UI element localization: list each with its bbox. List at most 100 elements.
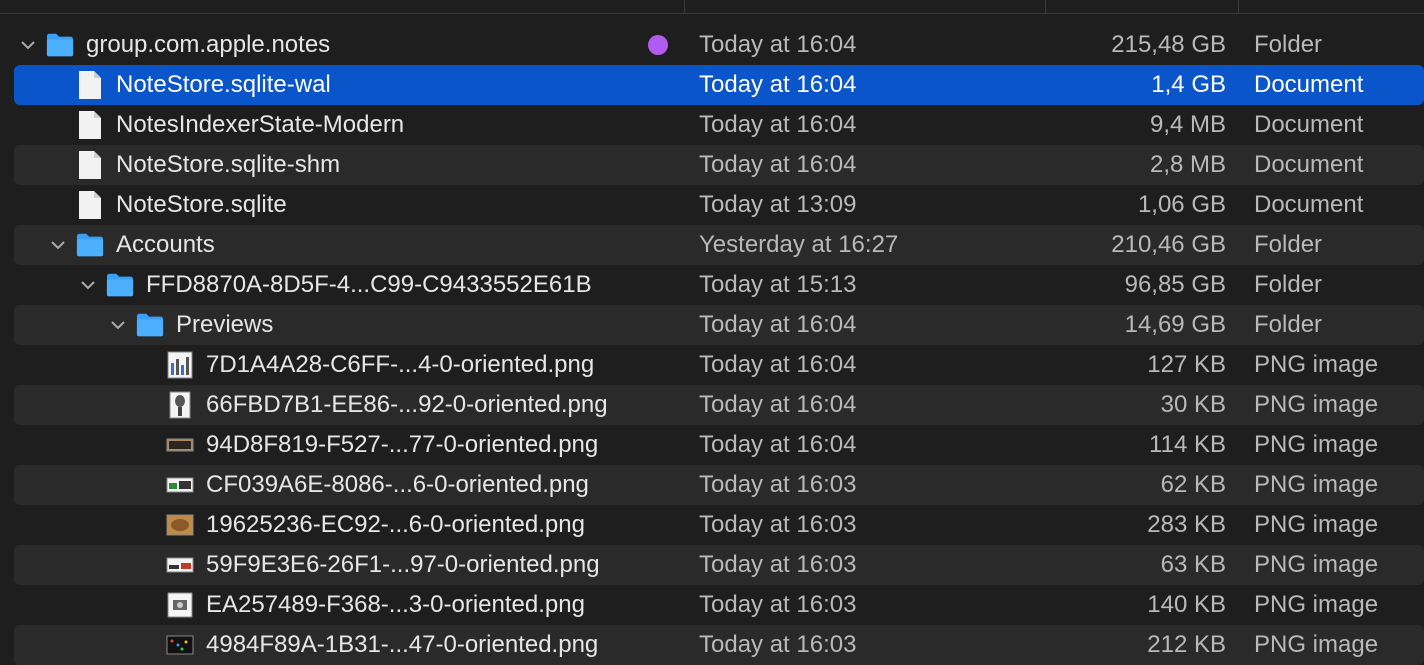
file-name: EA257489-F368-...3-0-oriented.png — [206, 591, 585, 618]
column-header-bar[interactable] — [0, 0, 1424, 14]
file-row-png[interactable]: 94D8F819-F527-...77-0-oriented.png Today… — [14, 425, 1424, 465]
date-modified: Today at 16:03 — [699, 591, 857, 618]
folder-icon — [106, 270, 134, 300]
file-size: 283 KB — [1147, 511, 1226, 538]
document-icon — [76, 70, 104, 100]
document-icon — [76, 150, 104, 180]
file-row-previews[interactable]: Previews Today at 16:04 14,69 GB Folder — [14, 305, 1424, 345]
name-cell: NoteStore.sqlite-wal — [48, 65, 331, 105]
file-row-png[interactable]: CF039A6E-8086-...6-0-oriented.png Today … — [14, 465, 1424, 505]
file-size: 63 KB — [1160, 551, 1226, 578]
file-name: FFD8870A-8D5F-4...C99-C9433552E61B — [146, 271, 592, 298]
file-row-notesindexerstate-modern[interactable]: NotesIndexerState-Modern Today at 16:04 … — [14, 105, 1424, 145]
file-kind: Document — [1254, 151, 1364, 178]
file-kind: Document — [1254, 111, 1364, 138]
file-size: 14,69 GB — [1124, 311, 1226, 338]
image-thumbnail-icon — [166, 350, 194, 380]
date-modified: Today at 16:04 — [699, 71, 857, 98]
name-cell: 59F9E3E6-26F1-...97-0-oriented.png — [138, 545, 600, 585]
name-cell: 7D1A4A28-C6FF-...4-0-oriented.png — [138, 345, 594, 385]
name-cell: CF039A6E-8086-...6-0-oriented.png — [138, 465, 589, 505]
date-modified: Today at 16:04 — [699, 31, 857, 58]
chevron-down-icon[interactable] — [78, 265, 98, 305]
file-kind: Folder — [1254, 271, 1323, 298]
file-kind: PNG image — [1254, 431, 1379, 458]
image-thumbnail-icon — [166, 430, 194, 460]
file-kind: Folder — [1254, 311, 1323, 338]
file-name: NoteStore.sqlite-wal — [116, 71, 331, 98]
file-size: 9,4 MB — [1149, 111, 1226, 138]
file-row-group-com-apple-notes[interactable]: group.com.apple.notes Today at 16:04 215… — [14, 25, 1424, 65]
file-kind: PNG image — [1254, 351, 1379, 378]
file-kind: Folder — [1254, 231, 1323, 258]
file-name: 59F9E3E6-26F1-...97-0-oriented.png — [206, 551, 600, 578]
file-kind: PNG image — [1254, 591, 1379, 618]
column-divider[interactable] — [684, 0, 685, 13]
file-row-png[interactable]: EA257489-F368-...3-0-oriented.png Today … — [14, 585, 1424, 625]
file-size: 215,48 GB — [1111, 31, 1226, 58]
column-divider[interactable] — [1238, 0, 1239, 13]
file-kind: PNG image — [1254, 551, 1379, 578]
file-row-accounts[interactable]: Accounts Yesterday at 16:27 210,46 GB Fo… — [14, 225, 1424, 265]
file-row-png[interactable]: 59F9E3E6-26F1-...97-0-oriented.png Today… — [14, 545, 1424, 585]
file-kind: PNG image — [1254, 471, 1379, 498]
image-thumbnail-icon — [166, 630, 194, 660]
date-modified: Today at 16:03 — [699, 511, 857, 538]
chevron-down-icon[interactable] — [48, 225, 68, 265]
file-name: group.com.apple.notes — [86, 31, 331, 58]
file-list: group.com.apple.notes Today at 16:04 215… — [14, 25, 1424, 665]
date-modified: Today at 16:03 — [699, 471, 857, 498]
file-size: 140 KB — [1147, 591, 1226, 618]
file-row-png[interactable]: 4984F89A-1B31-...47-0-oriented.png Today… — [14, 625, 1424, 665]
image-thumbnail-icon — [166, 390, 194, 420]
name-cell: 66FBD7B1-EE86-...92-0-oriented.png — [138, 385, 608, 425]
image-thumbnail-icon — [166, 550, 194, 580]
file-size: 30 KB — [1160, 391, 1226, 418]
name-cell: NoteStore.sqlite — [48, 185, 287, 225]
chevron-down-icon[interactable] — [108, 305, 128, 345]
file-size: 127 KB — [1147, 351, 1226, 378]
file-size: 1,06 GB — [1137, 191, 1226, 218]
file-kind: Document — [1254, 71, 1364, 98]
file-kind: Folder — [1254, 31, 1323, 58]
date-modified: Today at 15:13 — [699, 271, 857, 298]
file-kind: PNG image — [1254, 631, 1379, 658]
file-size: 1,4 GB — [1151, 71, 1226, 98]
date-modified: Today at 16:04 — [699, 431, 857, 458]
image-thumbnail-icon — [166, 510, 194, 540]
name-cell: 19625236-EC92-...6-0-oriented.png — [138, 505, 585, 545]
file-kind: PNG image — [1254, 391, 1379, 418]
file-size: 114 KB — [1149, 431, 1226, 458]
name-cell: group.com.apple.notes — [18, 25, 330, 65]
file-name: 7D1A4A28-C6FF-...4-0-oriented.png — [206, 351, 595, 378]
file-row-account-folder[interactable]: FFD8870A-8D5F-4...C99-C9433552E61B Today… — [14, 265, 1424, 305]
date-modified: Today at 16:03 — [699, 551, 857, 578]
name-cell: 4984F89A-1B31-...47-0-oriented.png — [138, 625, 598, 665]
file-row-png[interactable]: 66FBD7B1-EE86-...92-0-oriented.png Today… — [14, 385, 1424, 425]
file-row-png[interactable]: 19625236-EC92-...6-0-oriented.png Today … — [14, 505, 1424, 545]
file-kind: PNG image — [1254, 511, 1379, 538]
document-icon — [76, 110, 104, 140]
date-modified: Today at 13:09 — [699, 191, 857, 218]
date-modified: Today at 16:04 — [699, 351, 857, 378]
file-name: CF039A6E-8086-...6-0-oriented.png — [206, 471, 589, 498]
file-row-notestore-sqlite-shm[interactable]: NoteStore.sqlite-shm Today at 16:04 2,8 … — [14, 145, 1424, 185]
name-cell: 94D8F819-F527-...77-0-oriented.png — [138, 425, 598, 465]
file-size: 96,85 GB — [1124, 271, 1226, 298]
file-row-notestore-sqlite[interactable]: NoteStore.sqlite Today at 13:09 1,06 GB … — [14, 185, 1424, 225]
file-row-png[interactable]: 7D1A4A28-C6FF-...4-0-oriented.png Today … — [14, 345, 1424, 385]
file-row-notestore-sqlite-wal[interactable]: NoteStore.sqlite-wal Today at 16:04 1,4 … — [14, 65, 1424, 105]
file-name: Accounts — [116, 231, 215, 258]
name-cell: EA257489-F368-...3-0-oriented.png — [138, 585, 585, 625]
document-icon — [76, 190, 104, 220]
name-cell: NotesIndexerState-Modern — [48, 105, 404, 145]
chevron-down-icon[interactable] — [18, 25, 38, 65]
folder-icon — [76, 230, 104, 260]
date-modified: Today at 16:04 — [699, 311, 857, 338]
file-size: 210,46 GB — [1111, 231, 1226, 258]
column-divider[interactable] — [1045, 0, 1046, 13]
file-name: 19625236-EC92-...6-0-oriented.png — [206, 511, 585, 538]
date-modified: Today at 16:04 — [699, 111, 857, 138]
purple-tag-dot — [648, 35, 668, 55]
name-cell: Previews — [108, 305, 273, 345]
